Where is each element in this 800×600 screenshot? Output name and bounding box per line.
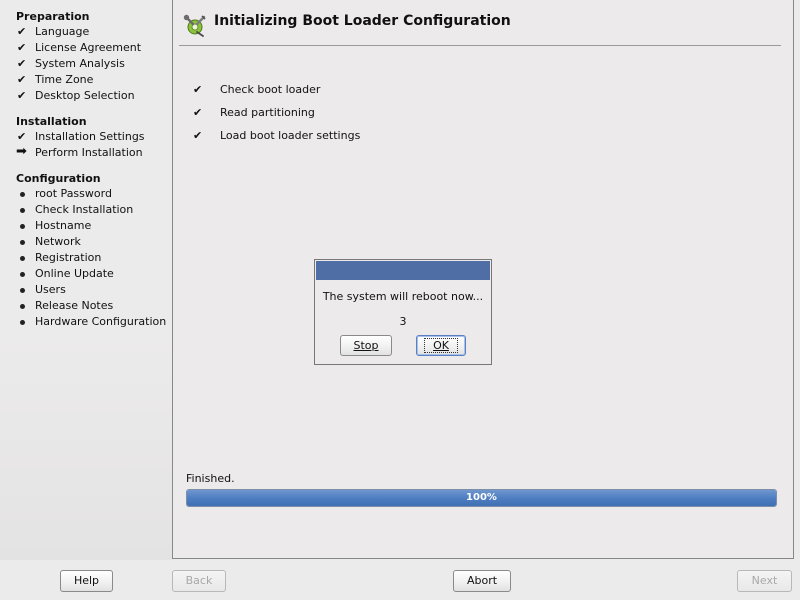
sidebar-item-release-notes: Release Notes (16, 298, 166, 314)
sidebar-item-license-agreement: License Agreement (16, 40, 141, 56)
task-label: Load boot loader settings (220, 129, 361, 142)
sidebar-item-label: Desktop Selection (35, 89, 135, 102)
abort-button[interactable]: Abort (453, 570, 511, 592)
checkmark-icon (17, 40, 31, 56)
sidebar-item-registration: Registration (16, 250, 166, 266)
sidebar-item-label: Language (35, 25, 90, 38)
current-step-arrow-icon (17, 145, 31, 161)
sidebar-item-time-zone: Time Zone (16, 72, 141, 88)
sidebar-item-system-analysis: System Analysis (16, 56, 141, 72)
sidebar-item-label: License Agreement (35, 41, 142, 54)
sidebar-section-installation: Installation Installation Settings Perfo… (16, 115, 145, 161)
sidebar-item-root-password: root Password (16, 186, 166, 202)
sidebar-section-preparation: Preparation Language License Agreement S… (16, 10, 141, 104)
section-title: Preparation (16, 10, 90, 23)
sidebar-item-label: Network (35, 235, 81, 248)
boot-loader-tools-icon (183, 14, 207, 38)
next-button-label: Next (751, 574, 778, 587)
checkmark-icon (17, 129, 31, 145)
checkmark-icon: ✔ (193, 106, 203, 119)
checkmark-icon (17, 24, 31, 40)
reboot-dialog: The system will reboot now... 3 Stop OK (314, 259, 492, 365)
installation-steps-sidebar: Preparation Language License Agreement S… (0, 0, 172, 560)
checkmark-icon (17, 56, 31, 72)
sidebar-item-label: Release Notes (35, 299, 114, 312)
page-title: Initializing Boot Loader Configuration (214, 13, 511, 29)
header-divider (179, 45, 781, 46)
stop-button-label: Stop (353, 339, 379, 352)
sidebar-item-label: Users (35, 283, 66, 296)
checkmark-icon: ✔ (193, 129, 203, 142)
reboot-countdown: 3 (399, 315, 407, 328)
abort-button-label: Abort (466, 574, 498, 587)
help-button[interactable]: Help (60, 570, 113, 592)
sidebar-item-label: Check Installation (35, 203, 134, 216)
dialog-message: The system will reboot now... (322, 290, 484, 303)
sidebar-item-label: Registration (35, 251, 102, 264)
sidebar-item-label: Time Zone (35, 73, 94, 86)
sidebar-item-perform-installation: Perform Installation (16, 145, 145, 161)
sidebar-item-label: Hardware Configuration (35, 315, 167, 328)
back-button[interactable]: Back (172, 570, 226, 592)
checkmark-icon (17, 88, 31, 104)
back-button-label: Back (185, 574, 213, 587)
sidebar-item-language: Language (16, 24, 141, 40)
sidebar-item-desktop-selection: Desktop Selection (16, 88, 141, 104)
sidebar-item-online-update: Online Update (16, 266, 166, 282)
sidebar-item-label: System Analysis (35, 57, 125, 70)
sidebar-item-users: Users (16, 282, 166, 298)
task-label: Check boot loader (220, 83, 321, 96)
section-title: Configuration (16, 172, 101, 185)
sidebar-item-label: Hostname (35, 219, 92, 232)
wizard-button-bar: Help Back Abort Next (0, 560, 800, 600)
help-button-label: Help (73, 574, 100, 587)
dialog-titlebar[interactable] (316, 261, 490, 280)
sidebar-section-configuration: Configuration root Password Check Instal… (16, 172, 166, 330)
sidebar-item-label: Perform Installation (35, 146, 143, 159)
checkmark-icon (17, 72, 31, 88)
sidebar-item-label: Online Update (35, 267, 114, 280)
checkmark-icon: ✔ (193, 83, 203, 96)
sidebar-item-hardware-configuration: Hardware Configuration (16, 314, 166, 330)
next-button[interactable]: Next (737, 570, 792, 592)
sidebar-item-label: root Password (35, 187, 112, 200)
task-item: ✔ Check boot loader (193, 84, 360, 107)
section-title: Installation (16, 115, 87, 128)
sidebar-item-label: Installation Settings (35, 130, 145, 143)
sidebar-item-hostname: Hostname (16, 218, 166, 234)
sidebar-item-network: Network (16, 234, 166, 250)
task-item: ✔ Read partitioning (193, 107, 360, 130)
stop-button[interactable]: Stop (340, 335, 392, 356)
sidebar-item-check-installation: Check Installation (16, 202, 166, 218)
ok-button[interactable]: OK (416, 335, 466, 356)
progress-status-label: Finished. (186, 472, 235, 485)
ok-button-label: OK (424, 338, 458, 353)
progress-percent-text: 100% (466, 492, 497, 503)
task-label: Read partitioning (220, 106, 315, 119)
task-list: ✔ Check boot loader ✔ Read partitioning ✔ L… (193, 84, 360, 153)
progress-bar: 100% (186, 489, 777, 507)
task-item: ✔ Load boot loader settings (193, 130, 360, 153)
sidebar-item-installation-settings: Installation Settings (16, 129, 145, 145)
